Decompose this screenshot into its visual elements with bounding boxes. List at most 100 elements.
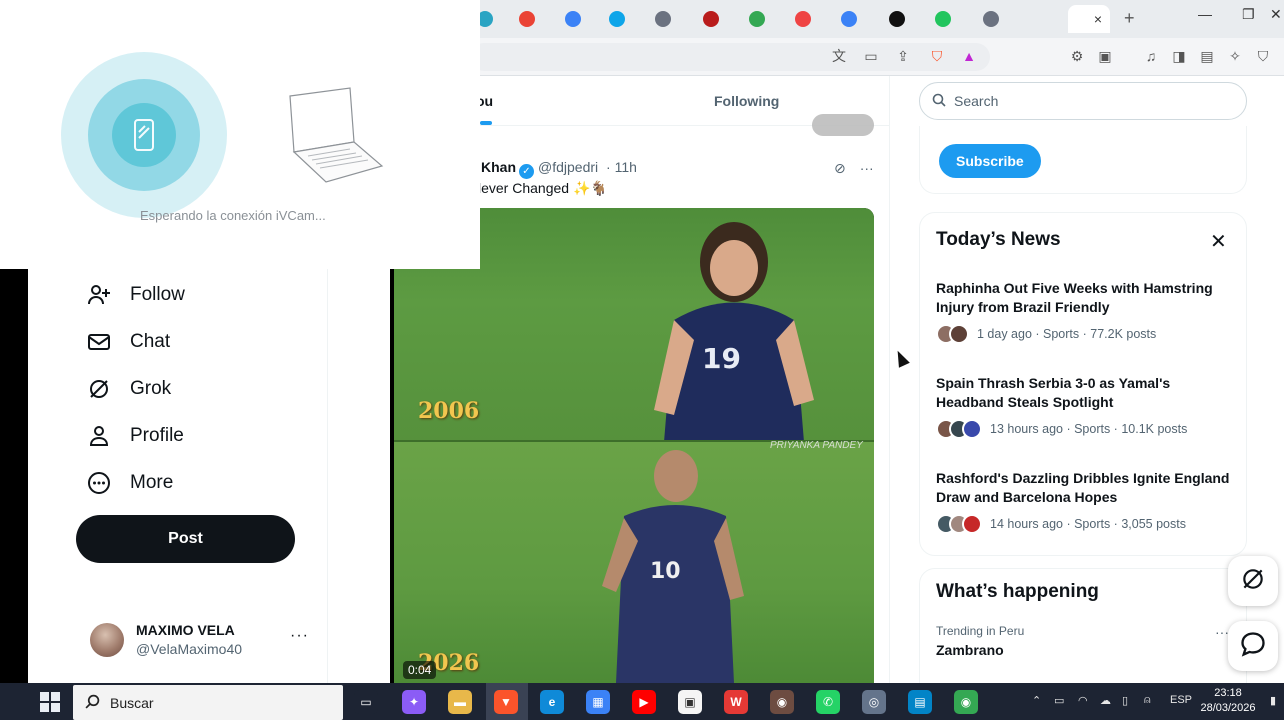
search-input[interactable]: Search — [919, 82, 1247, 120]
clock[interactable]: 23:18 28/03/2026 — [1196, 686, 1260, 716]
browser-tab[interactable] — [792, 8, 814, 30]
windows-start-icon[interactable] — [40, 692, 60, 712]
grok-fab[interactable] — [1228, 556, 1278, 606]
clock-date: 28/03/2026 — [1200, 702, 1256, 714]
new-posts-pill[interactable] — [812, 114, 874, 136]
post-button[interactable]: Post — [76, 515, 295, 563]
account-switcher[interactable]: MAXIMO VELA @VelaMaximo40 ··· — [88, 619, 318, 663]
wallet-icon[interactable]: ▤ — [1198, 47, 1216, 65]
tweet-text: lever Changed ✨🐐 — [478, 180, 608, 196]
browser-tab[interactable] — [516, 8, 538, 30]
new-tab-button[interactable]: + — [1124, 8, 1135, 29]
battery-icon[interactable]: ▯ — [1122, 694, 1128, 707]
grok-explain-icon[interactable]: ⊘ — [834, 160, 846, 177]
news-item[interactable]: Spain Thrash Serbia 3-0 as Yamal's Headb… — [936, 374, 1236, 439]
profile-more-icon[interactable]: ··· — [290, 627, 309, 645]
browser-tab[interactable] — [932, 8, 954, 30]
notifications-icon[interactable]: ▮ — [1270, 694, 1276, 707]
extensions-icon[interactable]: ⚙ — [1068, 47, 1086, 65]
wps-icon[interactable]: W — [724, 690, 748, 714]
left-black-strip — [0, 269, 28, 683]
trend-more-icon[interactable]: ··· — [1215, 624, 1229, 640]
address-field[interactable] — [470, 43, 990, 71]
leo-ai-icon[interactable]: ✧ — [1226, 47, 1244, 65]
mic-icon[interactable]: ⍝ — [1144, 694, 1151, 707]
store-icon[interactable]: ▦ — [586, 690, 610, 714]
clock-time: 23:18 — [1214, 687, 1242, 699]
tweet-author[interactable]: Khan ✓ @fdjpedri · 11h — [481, 159, 637, 179]
tray-chevron-icon[interactable]: ⌃ — [1032, 694, 1041, 707]
news-meta-row: 14 hours ago · Sports · 3,055 posts — [936, 514, 1236, 534]
share-icon[interactable]: ⇪ — [894, 47, 912, 65]
vpn-icon[interactable]: ⛉ — [1254, 47, 1272, 65]
nav-follow-label: Follow — [130, 284, 185, 305]
edge-icon[interactable]: e — [540, 690, 564, 714]
subscribe-button[interactable]: Subscribe — [939, 144, 1041, 178]
trend-name[interactable]: Zambrano — [936, 642, 1004, 658]
sidebar-icon[interactable]: ◨ — [1170, 47, 1188, 65]
tweet-more-icon[interactable]: ··· — [860, 160, 874, 177]
ivcam-window: Esperando la conexión iVCam... — [0, 0, 480, 269]
task-view-icon[interactable]: ▭ — [354, 690, 378, 714]
close-window-icon[interactable]: ✕ — [1270, 6, 1282, 23]
news-meta: 1 day ago · Sports · 77.2K posts — [977, 327, 1157, 341]
restore-icon[interactable]: ❐ — [1242, 6, 1255, 23]
nav-grok[interactable]: Grok — [86, 374, 171, 404]
nav-chat[interactable]: Chat — [86, 327, 170, 357]
meet-now-icon[interactable]: ▭ — [1054, 694, 1064, 707]
news-meta: 14 hours ago · Sports · 3,055 posts — [990, 517, 1186, 531]
copilot-icon[interactable]: ✦ — [402, 690, 426, 714]
browser-tab[interactable] — [700, 8, 722, 30]
app-icon[interactable]: ▣ — [678, 690, 702, 714]
close-icon[interactable]: ✕ — [1210, 229, 1227, 254]
minimize-icon[interactable]: — — [1198, 6, 1212, 22]
nav-follow[interactable]: Follow — [86, 280, 185, 310]
media-icon[interactable]: ♫ — [1142, 47, 1160, 65]
tweet-actions: ⊘ ··· — [834, 160, 874, 177]
taskbar-search[interactable]: Buscar — [73, 685, 343, 720]
messages-fab[interactable] — [1228, 621, 1278, 671]
tab-manager-icon[interactable]: ▣ — [1096, 47, 1114, 65]
file-explorer-icon[interactable]: ▬ — [448, 690, 472, 714]
avatar — [949, 324, 969, 344]
grok-icon — [1240, 566, 1266, 597]
more-circle-icon — [86, 470, 112, 496]
youtube-icon[interactable]: ▶ — [632, 690, 656, 714]
cast-icon[interactable]: ▭ — [862, 47, 880, 65]
news-item[interactable]: Rashford's Dazzling Dribbles Ignite Engl… — [936, 469, 1236, 534]
active-tab[interactable]: × — [1068, 5, 1110, 33]
browser-tab[interactable] — [980, 8, 1002, 30]
browser-tab[interactable] — [562, 8, 584, 30]
translate-icon[interactable]: 文 — [830, 47, 848, 65]
globe-icon — [703, 11, 719, 27]
browser-tab[interactable] — [838, 8, 860, 30]
camera-icon[interactable]: ◎ — [862, 690, 886, 714]
browser-tab[interactable] — [652, 8, 674, 30]
wifi-icon[interactable]: ◠ — [1078, 694, 1088, 707]
shield-icon — [983, 11, 999, 27]
browser-tab[interactable] — [886, 8, 908, 30]
globe-icon — [565, 11, 581, 27]
nav-more[interactable]: More — [86, 468, 173, 498]
profile-handle: @VelaMaximo40 — [136, 641, 243, 657]
nav-profile[interactable]: Profile — [86, 421, 184, 451]
globe-icon — [841, 11, 857, 27]
todays-news-card: Today’s News ✕ Raphinha Out Five Weeks w… — [919, 212, 1247, 556]
brave-shield-icon[interactable]: ⛉ — [928, 47, 946, 65]
brave-rewards-icon[interactable]: ▲ — [960, 47, 978, 65]
c-icon — [889, 11, 905, 27]
whatsapp-icon[interactable]: ✆ — [816, 690, 840, 714]
tab-close-icon[interactable]: × — [1094, 11, 1102, 27]
tab-following[interactable]: Following — [714, 93, 779, 109]
onedrive-icon[interactable]: ☁ — [1100, 694, 1111, 707]
app-icon[interactable]: ◉ — [770, 690, 794, 714]
language-indicator[interactable]: ESP — [1170, 694, 1192, 706]
news-item[interactable]: Raphinha Out Five Weeks with Hamstring I… — [936, 279, 1236, 344]
browser-tab[interactable] — [606, 8, 628, 30]
tweet-handle: @fdjpedri — [538, 159, 599, 175]
tweet-video[interactable]: 19 2006 10 2026 PRIYANKA PANDEY 0:04 — [390, 208, 874, 683]
chrome-icon[interactable]: ◉ — [954, 690, 978, 714]
app-icon[interactable]: ▤ — [908, 690, 932, 714]
browser-tab[interactable] — [746, 8, 768, 30]
brave-icon[interactable]: ▼ — [494, 690, 518, 714]
